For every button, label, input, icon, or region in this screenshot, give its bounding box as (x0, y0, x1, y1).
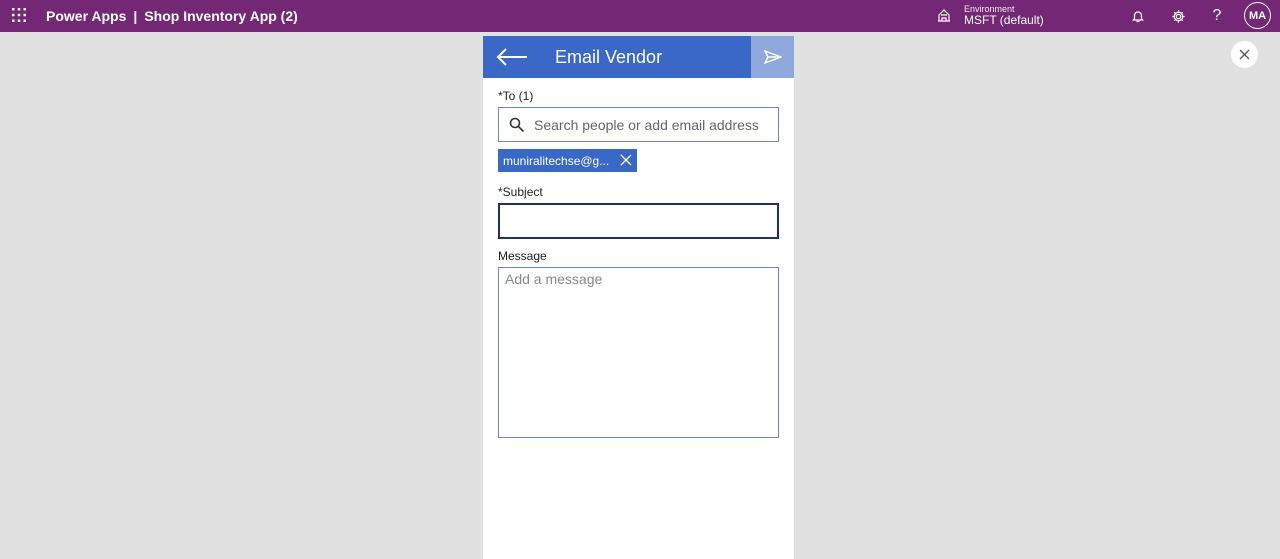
app-canvas: Email Vendor *To (1) muniralitechse@g...… (483, 36, 794, 559)
search-icon (509, 117, 525, 132)
screen-title: Email Vendor (555, 46, 663, 67)
subject-field[interactable] (498, 203, 779, 239)
waffle-icon[interactable] (11, 7, 27, 23)
to-label: *To (1) (498, 89, 534, 103)
message-field[interactable] (498, 267, 779, 438)
environment-picker[interactable]: Environment MSFT (default) (964, 0, 1044, 32)
subject-label: *Subject (498, 185, 543, 199)
close-app-button[interactable] (1231, 41, 1258, 68)
bell-icon[interactable] (1128, 6, 1148, 26)
product-name[interactable]: Power Apps (46, 8, 126, 24)
gear-icon[interactable] (1168, 6, 1188, 26)
subject-input[interactable] (500, 205, 777, 237)
remove-recipient-icon[interactable] (620, 154, 632, 166)
help-icon[interactable]: ? (1207, 6, 1227, 26)
avatar[interactable]: MA (1244, 2, 1271, 29)
send-icon (763, 50, 782, 64)
back-arrow-icon[interactable] (495, 45, 529, 69)
search-input[interactable] (534, 116, 774, 133)
message-input[interactable] (499, 268, 778, 437)
app-brand: Power Apps | Shop Inventory App (2) (46, 0, 298, 32)
recipient-email: muniralitechse@g... (503, 153, 610, 168)
environment-label: Environment (964, 3, 1015, 14)
app-title: Shop Inventory App (2) (144, 8, 298, 24)
send-button[interactable] (751, 36, 794, 78)
close-icon (1239, 49, 1250, 60)
recipient-search[interactable] (498, 107, 779, 142)
brand-separator: | (133, 8, 138, 24)
message-label: Message (498, 249, 547, 263)
environment-icon[interactable] (936, 7, 952, 23)
screen-header: Email Vendor (483, 36, 794, 78)
environment-name: MSFT (default) (964, 13, 1044, 28)
recipient-chip: muniralitechse@g... (498, 149, 637, 172)
top-bar: Power Apps | Shop Inventory App (2) Envi… (0, 0, 1280, 32)
